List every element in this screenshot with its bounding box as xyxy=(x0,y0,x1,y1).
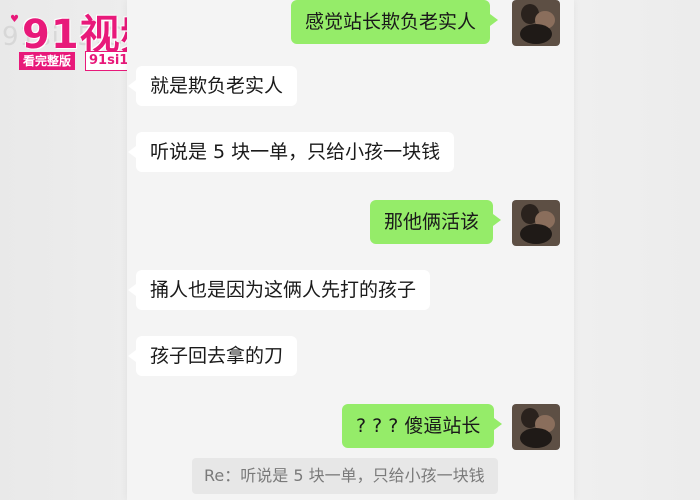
message-bubble-outgoing[interactable]: 感觉站长欺负老实人 xyxy=(291,0,499,44)
heart-icon: ♥ xyxy=(10,14,19,25)
message-bubble-incoming[interactable]: 孩子回去拿的刀 xyxy=(127,336,298,376)
message-text: 听说是 5 块一单，只给小孩一块钱 xyxy=(150,141,441,163)
message-text: 那他俩活该 xyxy=(384,211,480,233)
avatar-photo xyxy=(512,200,560,246)
avatar-photo xyxy=(512,404,560,450)
message-text: 捅人也是因为这俩人先打的孩子 xyxy=(150,279,417,301)
avatar-photo xyxy=(512,0,560,46)
message-text: 孩子回去拿的刀 xyxy=(150,345,284,367)
watermark-tag: 看完整版 xyxy=(19,52,76,70)
message-bubble-incoming[interactable]: 就是欺负老实人 xyxy=(127,66,298,106)
message-bubble-incoming[interactable]: 捅人也是因为这俩人先打的孩子 xyxy=(127,270,431,310)
avatar[interactable] xyxy=(512,0,560,46)
message-text: ? ? ? 傻逼站长 xyxy=(356,415,481,437)
message-text: 感觉站长欺负老实人 xyxy=(305,11,477,33)
quoted-reply[interactable]: Re：听说是 5 块一单，只给小孩一块钱 xyxy=(192,458,498,494)
message-bubble-outgoing[interactable]: ? ? ? 傻逼站长 xyxy=(342,404,503,448)
message-bubble-outgoing[interactable]: 那他俩活该 xyxy=(370,200,502,244)
quoted-reply-text: Re：听说是 5 块一单，只给小孩一块钱 xyxy=(204,466,485,485)
avatar[interactable] xyxy=(512,404,560,450)
avatar[interactable] xyxy=(512,200,560,246)
message-bubble-incoming[interactable]: 听说是 5 块一单，只给小孩一块钱 xyxy=(127,132,455,172)
message-text: 就是欺负老实人 xyxy=(150,75,284,97)
